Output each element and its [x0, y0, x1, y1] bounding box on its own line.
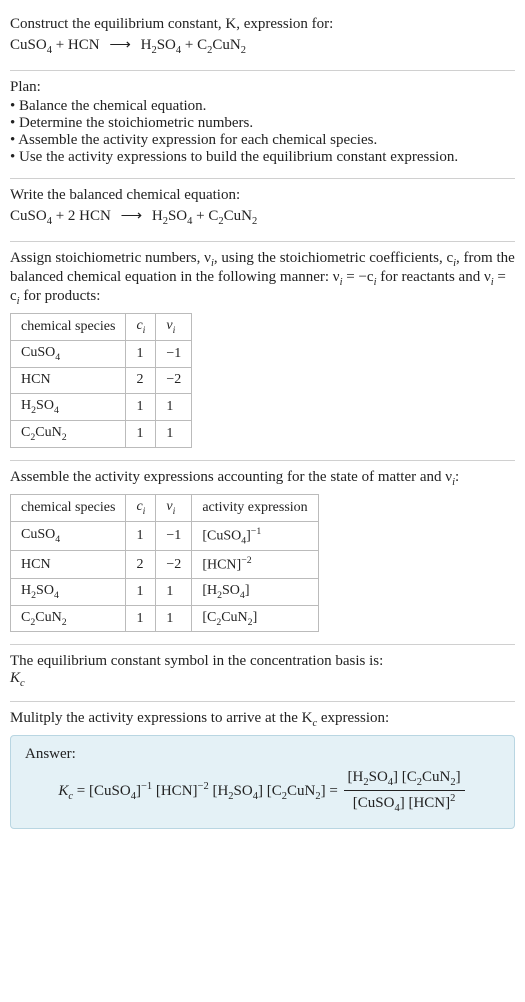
product-1: H2SO4	[141, 37, 182, 53]
reaction-arrow-icon: ⟶	[121, 206, 143, 225]
plan-list: Balance the chemical equation. Determine…	[10, 98, 515, 166]
cell-vi: 1	[156, 605, 192, 632]
cell-species: C2CuN2	[11, 605, 126, 632]
cell-vi: −2	[156, 367, 192, 394]
cell-ci: 1	[126, 340, 156, 367]
section-activity: Assemble the activity expressions accoun…	[10, 461, 515, 646]
multiply-intro: Mulitply the activity expressions to arr…	[10, 710, 515, 729]
col-species: chemical species	[11, 494, 126, 521]
cell-species: H2SO4	[11, 578, 126, 605]
cell-ci: 1	[126, 521, 156, 550]
section-plan: Plan: Balance the chemical equation. Det…	[10, 71, 515, 179]
plan-item: Use the activity expressions to build th…	[10, 149, 515, 166]
col-ci: ci	[126, 314, 156, 341]
section-title: Construct the equilibrium constant, K, e…	[10, 8, 515, 71]
cell-vi: 1	[156, 421, 192, 448]
col-vi: νi	[156, 314, 192, 341]
section-stoich: Assign stoichiometric numbers, νi, using…	[10, 242, 515, 461]
balanced-equation: CuSO4 + 2 HCN ⟶ H2SO4 + C2CuN2	[10, 206, 515, 227]
table-row: H2SO4 1 1 [H2SO4]	[11, 578, 319, 605]
table-row: CuSO4 1 −1	[11, 340, 192, 367]
kc-expression: Kc = [CuSO4]−1 [HCN]−2 [H2SO4] [C2CuN2] …	[25, 769, 500, 814]
kc-symbol-intro: The equilibrium constant symbol in the c…	[10, 653, 515, 670]
cell-ci: 1	[126, 421, 156, 448]
table-row: CuSO4 1 −1 [CuSO4]−1	[11, 521, 319, 550]
balanced-label: Write the balanced chemical equation:	[10, 187, 515, 204]
table-row: HCN 2 −2 [HCN]−2	[11, 551, 319, 579]
plan-label: Plan:	[10, 79, 515, 96]
fraction-numerator: [H2SO4] [C2CuN2]	[344, 769, 465, 791]
table-row: C2CuN2 1 1 [C2CuN2]	[11, 605, 319, 632]
reactant-2: HCN	[79, 208, 111, 224]
activity-intro: Assemble the activity expressions accoun…	[10, 469, 515, 488]
section-kc-symbol: The equilibrium constant symbol in the c…	[10, 645, 515, 702]
product-1: H2SO4	[152, 208, 193, 224]
col-species: chemical species	[11, 314, 126, 341]
plan-item: Assemble the activity expression for eac…	[10, 132, 515, 149]
cell-species: CuSO4	[11, 521, 126, 550]
cell-ci: 2	[126, 551, 156, 579]
col-vi: νi	[156, 494, 192, 521]
fraction: [H2SO4] [C2CuN2] [CuSO4] [HCN]2	[344, 769, 465, 814]
fraction-denominator: [CuSO4] [HCN]2	[344, 791, 465, 814]
cell-activity: [C2CuN2]	[192, 605, 318, 632]
cell-vi: −1	[156, 521, 192, 550]
col-ci: ci	[126, 494, 156, 521]
cell-species: CuSO4	[11, 340, 126, 367]
cell-vi: 1	[156, 578, 192, 605]
reactant-1: CuSO4	[10, 37, 52, 53]
cell-activity: [HCN]−2	[192, 551, 318, 579]
cell-species: HCN	[11, 551, 126, 579]
cell-activity: [H2SO4]	[192, 578, 318, 605]
cell-ci: 1	[126, 394, 156, 421]
reaction-arrow-icon: ⟶	[109, 35, 131, 54]
section-balanced: Write the balanced chemical equation: Cu…	[10, 179, 515, 242]
cell-vi: 1	[156, 394, 192, 421]
product-2: C2CuN2	[208, 208, 257, 224]
answer-box: Answer: Kc = [CuSO4]−1 [HCN]−2 [H2SO4] […	[10, 735, 515, 829]
kc-symbol: Kc	[10, 670, 515, 689]
title-text: Construct the equilibrium constant, K, e…	[10, 16, 515, 33]
cell-activity: [CuSO4]−1	[192, 521, 318, 550]
cell-vi: −2	[156, 551, 192, 579]
cell-ci: 1	[126, 578, 156, 605]
answer-label: Answer:	[25, 746, 500, 763]
plan-item: Determine the stoichiometric numbers.	[10, 115, 515, 132]
col-activity: activity expression	[192, 494, 318, 521]
reactant-2: HCN	[68, 37, 100, 53]
activity-table: chemical species ci νi activity expressi…	[10, 494, 319, 633]
table-header-row: chemical species ci νi activity expressi…	[11, 494, 319, 521]
cell-species: C2CuN2	[11, 421, 126, 448]
cell-species: H2SO4	[11, 394, 126, 421]
stoich-intro: Assign stoichiometric numbers, νi, using…	[10, 250, 515, 307]
cell-ci: 1	[126, 605, 156, 632]
stoich-table: chemical species ci νi CuSO4 1 −1 HCN 2 …	[10, 313, 192, 448]
plan-item: Balance the chemical equation.	[10, 98, 515, 115]
table-row: H2SO4 1 1	[11, 394, 192, 421]
reactant-1: CuSO4	[10, 208, 52, 224]
cell-vi: −1	[156, 340, 192, 367]
table-row: HCN 2 −2	[11, 367, 192, 394]
table-header-row: chemical species ci νi	[11, 314, 192, 341]
table-row: C2CuN2 1 1	[11, 421, 192, 448]
cell-ci: 2	[126, 367, 156, 394]
unbalanced-equation: CuSO4 + HCN ⟶ H2SO4 + C2CuN2	[10, 35, 515, 56]
product-2: C2CuN2	[197, 37, 246, 53]
cell-species: HCN	[11, 367, 126, 394]
title-part1: Construct the equilibrium constant, K, e…	[10, 16, 333, 32]
section-answer: Mulitply the activity expressions to arr…	[10, 702, 515, 841]
